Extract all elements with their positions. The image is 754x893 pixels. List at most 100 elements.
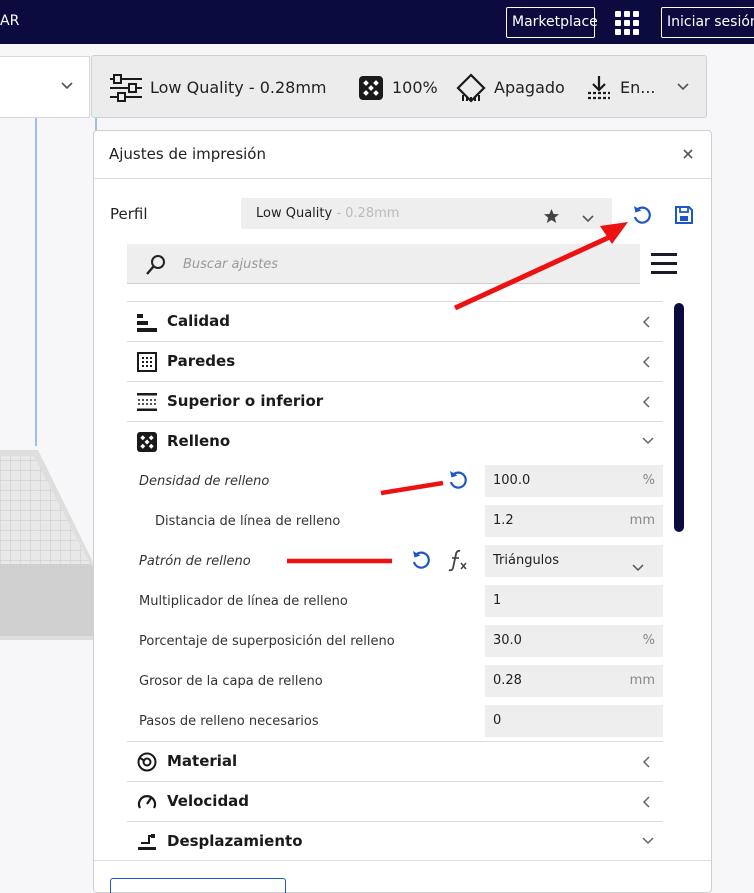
search-input[interactable] xyxy=(183,244,623,284)
save-icon[interactable] xyxy=(673,204,695,230)
travel-icon xyxy=(137,832,157,856)
star-icon[interactable] xyxy=(543,205,560,236)
setting-distancia-linea: Distancia de línea de relleno 1.2 mm xyxy=(127,501,663,541)
apps-grid-icon[interactable] xyxy=(613,9,641,37)
chevron-left-icon xyxy=(641,395,653,413)
walls-icon xyxy=(137,352,157,376)
support-item[interactable]: Apagado xyxy=(456,56,565,119)
material-icon xyxy=(137,752,157,776)
category-relleno[interactable]: Relleno xyxy=(127,421,663,461)
divider xyxy=(94,178,711,179)
category-label: Relleno xyxy=(167,432,231,450)
setting-multiplicador: Multiplicador de línea de relleno 1 xyxy=(127,581,663,621)
adhesion-label: En... xyxy=(620,78,656,97)
field-value: 1.2 xyxy=(493,513,514,528)
category-label: Superior o inferior xyxy=(167,392,324,410)
category-calidad[interactable]: Calidad xyxy=(127,301,663,341)
marketplace-button[interactable]: Marketplace xyxy=(506,7,598,38)
infill-label: 100% xyxy=(392,78,438,97)
chevron-left-icon xyxy=(641,315,653,333)
chevron-down-icon[interactable] xyxy=(676,80,690,98)
profile-name: Low Quality xyxy=(256,206,333,221)
field-value: 0 xyxy=(493,713,502,728)
chevron-down-icon xyxy=(641,835,655,851)
quality-icon xyxy=(137,312,157,336)
menu-icon[interactable] xyxy=(651,252,677,280)
support-label: Apagado xyxy=(494,78,565,97)
profile-dropdown[interactable]: Low Quality - 0.28mm xyxy=(241,198,612,229)
setting-label: Distancia de línea de relleno xyxy=(155,514,341,529)
speed-icon xyxy=(137,792,157,816)
search-field[interactable] xyxy=(127,244,640,284)
divider xyxy=(94,860,711,861)
panel-title: Ajustes de impresión xyxy=(109,145,266,163)
setting-superposicion: Porcentaje de superposición del relleno … xyxy=(127,621,663,661)
category-paredes[interactable]: Paredes xyxy=(127,341,663,381)
chevron-down-icon xyxy=(60,79,74,97)
sliders-icon xyxy=(110,73,142,102)
field-unit: mm xyxy=(629,513,655,528)
setting-patron-relleno: Patrón de relleno Triángulos xyxy=(127,541,663,581)
setting-densidad-relleno: Densidad de relleno 100.0 % xyxy=(127,461,663,501)
field-value: Triángulos xyxy=(493,553,560,568)
setting-label: Patrón de relleno xyxy=(139,554,251,569)
quality-item[interactable]: Low Quality - 0.28mm xyxy=(110,56,327,119)
patron-dropdown[interactable]: Triángulos xyxy=(485,545,663,577)
field-unit: mm xyxy=(629,673,655,688)
reset-setting-icon[interactable] xyxy=(410,549,432,575)
adhesion-item[interactable]: En... xyxy=(586,56,656,119)
field-value: 0.28 xyxy=(493,673,522,688)
chevron-left-icon xyxy=(641,795,653,813)
profile-suffix: - 0.28mm xyxy=(332,206,400,221)
search-icon xyxy=(145,254,167,280)
login-button[interactable]: Iniciar sesión xyxy=(661,7,754,38)
function-icon[interactable] xyxy=(447,548,469,576)
infill-icon xyxy=(359,75,383,100)
setting-label: Multiplicador de línea de relleno xyxy=(139,594,348,609)
grosor-input[interactable]: 0.28 mm xyxy=(485,665,663,697)
category-desplazamiento[interactable]: Desplazamiento xyxy=(127,821,663,861)
profile-label: Perfil xyxy=(110,205,148,223)
field-unit: % xyxy=(642,473,655,488)
setting-grosor-capa: Grosor de la capa de relleno 0.28 mm xyxy=(127,661,663,701)
setting-label: Porcentaje de superposición del relleno xyxy=(139,634,395,649)
pasos-input[interactable]: 0 xyxy=(485,705,663,737)
category-label: Material xyxy=(167,752,238,770)
setting-label: Densidad de relleno xyxy=(139,474,270,489)
infill-icon xyxy=(137,432,157,456)
category-label: Paredes xyxy=(167,352,236,370)
field-value: 30.0 xyxy=(493,633,522,648)
superposicion-input[interactable]: 30.0 % xyxy=(485,625,663,657)
infill-item[interactable]: 100% xyxy=(358,56,438,119)
category-label: Calidad xyxy=(167,312,231,330)
chevron-left-icon xyxy=(641,755,653,773)
category-material[interactable]: Material xyxy=(127,741,663,781)
chevron-down-icon xyxy=(641,435,655,451)
field-unit: % xyxy=(642,633,655,648)
print-settings-panel: Ajustes de impresión Perfil Low Quality … xyxy=(93,130,712,893)
settings-scrollbar[interactable] xyxy=(674,303,684,532)
settings-list: Calidad Paredes Superior o inferior Rell… xyxy=(127,301,663,861)
app-header: AR Marketplace Iniciar sesión xyxy=(0,0,754,44)
multiplicador-input[interactable]: 1 xyxy=(485,585,663,617)
recommended-button[interactable] xyxy=(110,878,286,893)
densidad-input[interactable]: 100.0 % xyxy=(485,465,663,497)
print-setup-bar[interactable]: Low Quality - 0.28mm 100% Apagado En... xyxy=(91,55,707,118)
category-velocidad[interactable]: Velocidad xyxy=(127,781,663,821)
chevron-down-icon xyxy=(581,207,595,238)
setting-label: Grosor de la capa de relleno xyxy=(139,674,323,689)
quality-label: Low Quality - 0.28mm xyxy=(150,78,327,97)
support-icon xyxy=(456,72,486,103)
category-label: Desplazamiento xyxy=(167,832,303,850)
setting-pasos-relleno: Pasos de relleno necesarios 0 xyxy=(127,701,663,741)
reset-setting-icon[interactable] xyxy=(447,469,469,495)
reset-profile-icon[interactable] xyxy=(631,204,653,230)
close-icon[interactable] xyxy=(681,147,695,161)
setting-label: Pasos de relleno necesarios xyxy=(139,714,319,729)
app-name: AR xyxy=(0,13,20,29)
adhesion-icon xyxy=(588,75,610,99)
distancia-input[interactable]: 1.2 mm xyxy=(485,505,663,537)
chevron-left-icon xyxy=(641,355,653,373)
category-superior-inferior[interactable]: Superior o inferior xyxy=(127,381,663,421)
printer-selector[interactable] xyxy=(0,56,90,118)
